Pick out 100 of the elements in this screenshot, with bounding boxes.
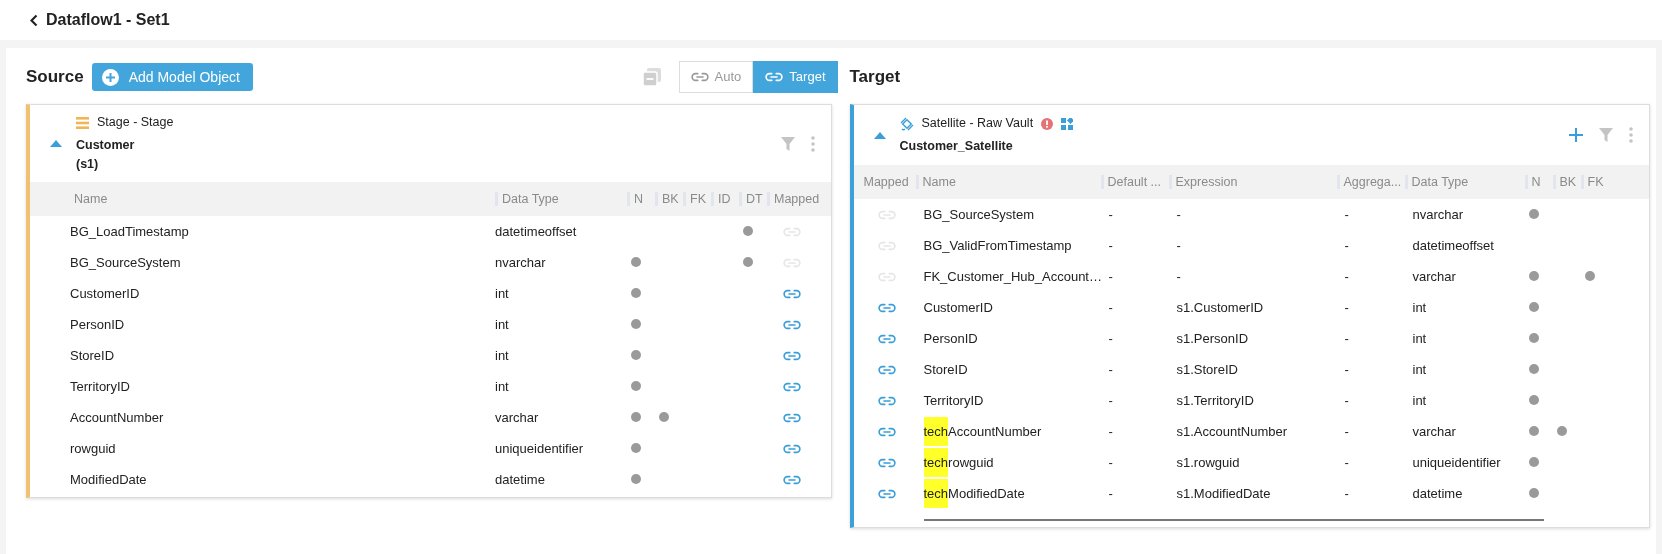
table-cell-text: int — [495, 377, 510, 396]
column-header: Mapped — [767, 192, 831, 206]
table-cell-text: FK_Customer_Hub_Account… — [922, 268, 1101, 286]
table-cell-text: BG_SourceSystem — [70, 253, 182, 272]
table-cell-text: int — [1411, 298, 1428, 317]
link-icon[interactable] — [877, 427, 896, 438]
add-icon[interactable] — [1569, 128, 1583, 142]
link-icon[interactable] — [783, 320, 801, 331]
column-header: Aggrega... — [1336, 175, 1405, 189]
link-icon[interactable] — [783, 413, 801, 424]
table-cell-text: - — [1343, 484, 1350, 503]
caret-icon[interactable] — [873, 131, 886, 139]
table-cell-text: nvarchar — [495, 253, 547, 272]
mode-toggle[interactable]: Auto — [678, 61, 754, 93]
caret-icon[interactable] — [50, 140, 62, 147]
table-cell-text: PersonID — [70, 315, 126, 334]
table-cell-text: uniqueidentifier — [1411, 453, 1502, 472]
table-cell-text: PersonID — [922, 330, 979, 348]
table-cell-text: - — [1107, 391, 1114, 410]
link-icon[interactable] — [783, 444, 801, 455]
table-cell-text: StoreID — [70, 346, 116, 365]
object-name: Customer_Satellite — [899, 138, 1014, 155]
stack-icon — [76, 116, 89, 129]
link-icon[interactable] — [877, 458, 896, 469]
link-icon[interactable] — [877, 365, 896, 376]
table-cell-text: - — [1343, 329, 1350, 348]
object-alias: (s1) — [76, 155, 100, 173]
table-cell-text: AccountNumber — [70, 408, 165, 427]
grid-icon — [1061, 117, 1074, 130]
alert-icon — [1041, 117, 1054, 130]
table-cell-text: datetimeoffset — [495, 222, 578, 241]
mode-toggle[interactable]: Target — [753, 61, 838, 93]
table-cell-text: int — [1411, 391, 1428, 410]
table-cell-text: datetime — [495, 470, 546, 489]
table-cell-text: - — [1107, 236, 1114, 255]
more-icon[interactable] — [1629, 127, 1633, 143]
column-header: Data Type — [495, 192, 627, 206]
table-cell-text: - — [1107, 329, 1114, 348]
table-cell-text: s1.PersonID — [1175, 329, 1250, 348]
table-cell-text: - — [1343, 453, 1350, 472]
more-icon[interactable] — [810, 135, 815, 152]
table-cell-text: s1.CustomerID — [1175, 298, 1265, 317]
column-header: DT — [739, 192, 767, 206]
column-header: Mapped — [862, 175, 910, 189]
plus-circle-icon — [101, 68, 119, 86]
filter-icon[interactable] — [1599, 128, 1613, 142]
table-cell-text: - — [1343, 422, 1350, 441]
page-title: Dataflow1 - Set1 — [46, 10, 170, 30]
column-header: BK — [655, 192, 683, 206]
link-icon[interactable] — [783, 289, 801, 300]
table-cell-text: rowguid — [70, 439, 117, 458]
add-model-object-button[interactable]: Add Model Object — [91, 63, 253, 91]
table-cell-text: int — [1411, 329, 1428, 348]
table-cell-text: - — [1343, 391, 1350, 410]
link-icon[interactable] — [877, 396, 896, 407]
object-type: Satellite - Raw Vault — [921, 115, 1034, 133]
collapse-icon[interactable] — [642, 68, 661, 86]
table-cell-text: StoreID — [922, 361, 969, 379]
table-cell-text: varchar — [495, 408, 540, 427]
table-cell-text: - — [1175, 267, 1182, 286]
column-header: N — [1524, 175, 1553, 189]
back-icon[interactable] — [30, 13, 38, 27]
table-cell-text: - — [1175, 236, 1182, 255]
filter-icon[interactable] — [780, 136, 795, 151]
table-cell-text: BG_LoadTimestamp — [70, 222, 190, 241]
table-cell-text: ModifiedDate — [70, 470, 148, 489]
table-cell-text: int — [495, 284, 510, 303]
object-name: Customer — [76, 137, 136, 155]
column-header: Name — [915, 175, 1101, 189]
table-cell-text: - — [1175, 205, 1182, 224]
link-icon[interactable] — [877, 303, 896, 314]
scrollbar[interactable] — [923, 519, 1544, 521]
section-heading: Target — [849, 66, 901, 89]
table-cell-text: nvarchar — [1411, 205, 1465, 224]
table-cell-text: varchar — [1411, 422, 1457, 441]
table-cell-text: - — [1343, 205, 1350, 224]
table-cell-text: s1.AccountNumber — [1175, 422, 1289, 441]
table-cell-text: varchar — [1411, 267, 1457, 286]
table-cell-text: s1.ModifiedDate — [1175, 484, 1272, 503]
table-cell-text: - — [1107, 422, 1114, 441]
link-icon[interactable] — [783, 351, 801, 362]
column-header: N — [627, 192, 655, 206]
table-cell-text: CustomerID — [70, 284, 141, 303]
table-cell-text: - — [1343, 360, 1350, 379]
link-icon[interactable] — [783, 475, 801, 486]
table-cell-text: CustomerID — [922, 299, 994, 317]
link-icon[interactable] — [877, 489, 896, 500]
section-heading: Source — [26, 66, 84, 89]
table-cell-text: s1.StoreID — [1175, 360, 1239, 379]
table-cell-text: - — [1107, 484, 1114, 503]
satellite-icon — [899, 116, 914, 131]
table-cell-text: s1.TerritoryID — [1175, 391, 1255, 410]
table-cell-text: TerritoryID — [70, 377, 131, 396]
link-icon[interactable] — [783, 382, 801, 393]
column-header: Default ... — [1100, 175, 1169, 189]
table-cell-text: datetime — [1411, 484, 1464, 503]
link-icon[interactable] — [877, 334, 896, 345]
link-icon[interactable] — [690, 72, 709, 82]
column-header: FK — [1580, 175, 1649, 189]
table-cell-text: uniqueidentifier — [495, 439, 585, 458]
